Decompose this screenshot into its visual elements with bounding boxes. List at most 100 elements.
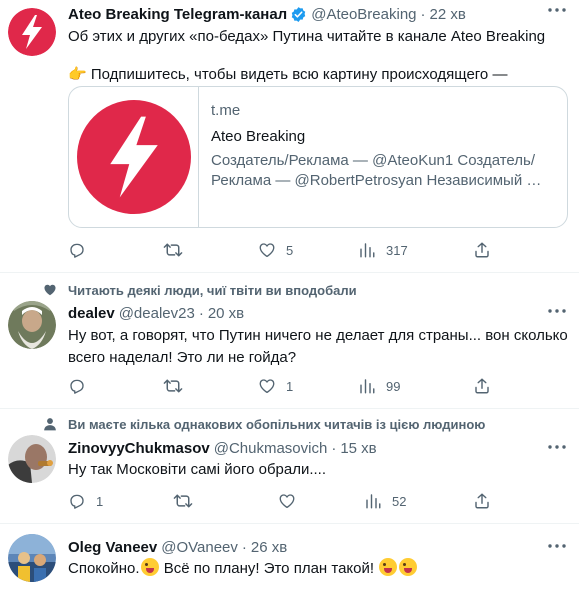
share-button[interactable] [473, 240, 491, 260]
like-count: 5 [286, 242, 294, 258]
like-button[interactable]: 1 [258, 376, 293, 396]
zany-face-emoji [379, 558, 398, 576]
reply-icon [70, 243, 84, 258]
tweet-actions: 1 99 [68, 376, 498, 396]
reply-icon [70, 379, 84, 394]
card-domain: t.me [211, 102, 241, 119]
author-handle[interactable]: @OVaneev [161, 539, 238, 556]
tweet-header: Oleg Vaneev @OVaneev · 26 хв [68, 536, 287, 558]
person-icon [40, 417, 60, 431]
more-options-icon[interactable] [547, 303, 567, 319]
more-options-icon[interactable] [547, 538, 567, 554]
tweet-text: Ну так Московіти самі його обрали.... [68, 459, 568, 481]
separator-dot: · [198, 304, 204, 322]
tweet-text: Спокойно. Всё по плану! Это план такой! [68, 558, 568, 580]
avatar-ateo-breaking[interactable] [8, 8, 56, 56]
tweet-header: Ateo Breaking Telegram-канал @AteoBreaki… [68, 3, 466, 25]
like-button[interactable]: 5 [258, 240, 293, 260]
reply-icon [70, 494, 84, 509]
views-button[interactable]: 99 [358, 376, 400, 396]
views-count: 317 [386, 242, 408, 258]
author-name[interactable]: Oleg Vaneev [68, 539, 157, 556]
share-icon [475, 493, 489, 509]
views-button[interactable]: 52 [364, 491, 406, 511]
card-text: t.me Ateo Breaking Создатель/Реклама — @… [199, 87, 561, 227]
heart-icon [259, 379, 275, 394]
social-context: Ви маєте кілька однакових обопільних чит… [40, 415, 485, 433]
tweet-header: dealev @dealev23 · 20 хв [68, 302, 244, 324]
separator-dot: · [420, 5, 426, 23]
avatar-dealev[interactable] [8, 301, 56, 349]
tweet-text: Ну вот, а говорят, что Путин ничего не д… [68, 325, 568, 369]
separator-dot: · [331, 439, 337, 457]
reply-count: 1 [96, 493, 104, 509]
tweet-text-line: всего наделал! Это ли не гойда? [68, 349, 297, 366]
like-count: 1 [286, 378, 294, 394]
share-button[interactable] [473, 376, 491, 396]
share-icon [475, 378, 489, 394]
tweet-text-line: Подпишитесь, чтобы видеть всю картину пр… [90, 66, 508, 83]
tweet-header: ZinovyyChukmasov @Chukmasovich · 15 хв [68, 437, 377, 459]
tweet-actions: 5 317 [68, 240, 498, 260]
tweet-zinovyychukmasov[interactable]: Ви маєте кілька однакових обопільних чит… [0, 409, 579, 523]
author-name[interactable]: ZinovyyChukmasov [68, 440, 210, 457]
views-count: 99 [386, 378, 401, 394]
avatar-zinovyychukmasov[interactable] [8, 435, 56, 483]
lightning-logo-icon [76, 100, 191, 214]
tweet-time[interactable]: 15 хв [340, 440, 376, 457]
reply-button[interactable] [68, 376, 86, 396]
like-button[interactable] [278, 491, 296, 511]
retweet-icon [163, 379, 183, 393]
author-name[interactable]: dealev [68, 305, 115, 322]
separator-dot: · [241, 538, 247, 556]
reply-button[interactable] [68, 240, 86, 260]
views-chart-icon [366, 494, 381, 509]
share-button[interactable] [473, 491, 491, 511]
more-options-icon[interactable] [547, 439, 567, 455]
heart-icon [279, 494, 295, 509]
tweet-actions: 1 52 [68, 491, 498, 511]
heart-filled-icon [40, 283, 60, 297]
share-icon [475, 242, 489, 258]
retweet-icon [173, 494, 193, 508]
link-preview-card[interactable]: t.me Ateo Breaking Создатель/Реклама — @… [68, 86, 568, 228]
views-chart-icon [360, 379, 375, 394]
card-title: Ateo Breaking [211, 128, 306, 145]
avatar-oleg-vaneev[interactable] [8, 534, 56, 582]
tweet-text-part: Всё по плану! Это план такой! [163, 560, 375, 577]
tweet-time[interactable]: 20 хв [208, 305, 244, 322]
tweet-text-line: Ну вот, а говорят, что Путин ничего не д… [68, 327, 568, 344]
social-context-text: Читають деякі люди, чиї твіти ви вподоба… [68, 282, 357, 298]
pointing-hand-emoji: 👉 [68, 66, 87, 83]
tweet-text: Об этих и других «по-бедах» Путина читай… [68, 26, 568, 86]
reply-button[interactable]: 1 [68, 491, 103, 511]
tweet-time[interactable]: 22 хв [430, 6, 466, 23]
party-face-emoji [399, 558, 418, 576]
retweet-icon [163, 243, 183, 257]
views-button[interactable]: 317 [358, 240, 408, 260]
more-options-icon[interactable] [547, 2, 567, 18]
author-handle[interactable]: @dealev23 [119, 305, 195, 322]
tweet-ateo-breaking[interactable]: Ateo Breaking Telegram-канал @AteoBreaki… [0, 0, 579, 272]
zany-face-emoji [140, 558, 159, 576]
tweet-text-part: Спокойно. [68, 560, 140, 577]
tweet-time[interactable]: 26 хв [251, 539, 287, 556]
tweet-oleg-vaneev[interactable]: Oleg Vaneev @OVaneev · 26 хв Спокойно. В… [0, 524, 579, 591]
retweet-button[interactable] [163, 240, 183, 260]
views-chart-icon [360, 243, 375, 258]
retweet-button[interactable] [163, 376, 183, 396]
tweet-dealev[interactable]: Читають деякі люди, чиї твіти ви вподоба… [0, 273, 579, 408]
author-name[interactable]: Ateo Breaking Telegram-канал [68, 6, 287, 23]
tweet-text-line: Об этих и других «по-бедах» Путина читай… [68, 28, 546, 45]
views-count: 52 [392, 493, 407, 509]
social-context: Читають деякі люди, чиї твіти ви вподоба… [40, 281, 357, 299]
heart-icon [259, 243, 275, 258]
card-image[interactable] [69, 87, 199, 227]
author-handle[interactable]: @AteoBreaking [311, 6, 416, 23]
author-handle[interactable]: @Chukmasovich [214, 440, 328, 457]
social-context-text: Ви маєте кілька однакових обопільних чит… [68, 416, 486, 432]
card-description: Создатель/Реклама — @AteoKun1 Создатель/… [211, 152, 542, 189]
tweet-text-line: Ну так Московіти самі його обрали.... [68, 461, 327, 478]
verified-badge-icon [290, 6, 307, 23]
retweet-button[interactable] [173, 491, 193, 511]
